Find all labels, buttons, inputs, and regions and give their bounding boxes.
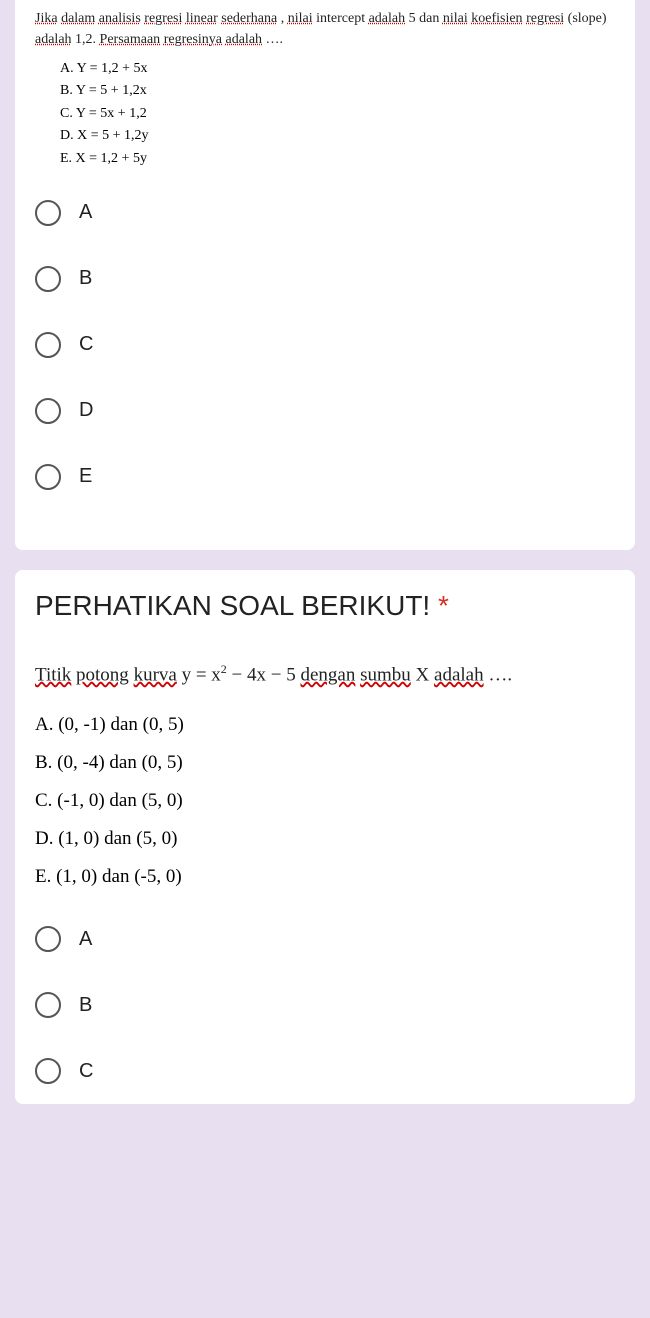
- q2-radio-option-a[interactable]: A: [35, 926, 615, 952]
- q2-text-part: dengan: [300, 664, 355, 685]
- question-card-2: PERHATIKAN SOAL BERIKUT! * Titik potong …: [15, 570, 635, 1104]
- q1-radio-option-e[interactable]: E: [35, 464, 615, 490]
- q2-text-part: − 4x − 5: [227, 664, 301, 685]
- question-1-prompt: Jika dalam analisis regresi linear seder…: [35, 8, 615, 50]
- q2-text-part: Titik: [35, 664, 71, 685]
- q2-radio-label-c: C: [79, 1060, 93, 1083]
- q1-text-part: Persamaan: [100, 32, 161, 47]
- q2-radio-label-a: A: [79, 928, 92, 951]
- radio-icon: [35, 398, 61, 424]
- q1-text-part: 5 dan: [409, 11, 443, 26]
- q1-text-part: nilai: [288, 11, 313, 26]
- q2-radio-group: A B C: [35, 926, 615, 1084]
- q2-option-a-text: A. (0, -1) dan (0, 5): [35, 706, 615, 744]
- radio-icon: [35, 926, 61, 952]
- q2-text-part: sumbu: [360, 664, 411, 685]
- q1-option-d-text: D. X = 5 + 1,2y: [60, 125, 615, 147]
- radio-icon: [35, 992, 61, 1018]
- required-star-icon: *: [438, 590, 449, 621]
- q1-radio-label-a: A: [79, 201, 92, 224]
- q1-text-part: adalah: [226, 32, 263, 47]
- q2-text-part: kurva: [134, 664, 177, 685]
- q1-text-part: nilai: [443, 11, 468, 26]
- question-2-prompt: Titik potong kurva y = x2 − 4x − 5 denga…: [35, 662, 615, 686]
- q1-text-part: sederhana: [221, 11, 277, 26]
- q1-text-part: regresi: [144, 11, 182, 26]
- q1-text-part: adalah: [35, 32, 72, 47]
- q1-text-part: regresinya: [164, 32, 222, 47]
- q2-option-e-text: E. (1, 0) dan (-5, 0): [35, 858, 615, 896]
- q1-option-c-text: C. Y = 5x + 1,2: [60, 103, 615, 125]
- q1-text-part: adalah: [369, 11, 406, 26]
- radio-icon: [35, 266, 61, 292]
- q1-option-e-text: E. X = 1,2 + 5y: [60, 148, 615, 170]
- q1-radio-option-a[interactable]: A: [35, 200, 615, 226]
- q1-radio-group: A B C D E: [35, 200, 615, 490]
- q2-text-part: potong: [76, 664, 129, 685]
- q1-text-part: 1,2.: [75, 32, 100, 47]
- q1-option-b-text: B. Y = 5 + 1,2x: [60, 80, 615, 102]
- q2-title: PERHATIKAN SOAL BERIKUT! *: [35, 590, 615, 622]
- q2-text-part: ….: [488, 664, 512, 685]
- radio-icon: [35, 1058, 61, 1084]
- q2-option-b-text: B. (0, -4) dan (0, 5): [35, 744, 615, 782]
- q1-text-part: dalam: [61, 11, 95, 26]
- q2-text-part: X: [416, 664, 434, 685]
- q1-radio-label-b: B: [79, 267, 92, 290]
- q1-option-a-text: A. Y = 1,2 + 5x: [60, 58, 615, 80]
- q1-text-part: linear: [186, 11, 218, 26]
- q1-text-part: intercept: [316, 11, 368, 26]
- q1-text-part: koefisien: [471, 11, 522, 26]
- q2-sub-options: A. (0, -1) dan (0, 5) B. (0, -4) dan (0,…: [35, 706, 615, 896]
- question-card-1: Jika dalam analisis regresi linear seder…: [15, 0, 635, 550]
- q1-radio-label-d: D: [79, 399, 93, 422]
- radio-icon: [35, 332, 61, 358]
- q2-text-part: adalah: [434, 664, 484, 685]
- q2-option-c-text: C. (-1, 0) dan (5, 0): [35, 782, 615, 820]
- q1-text-part: regresi: [526, 11, 564, 26]
- q1-radio-label-e: E: [79, 465, 92, 488]
- q2-radio-option-c[interactable]: C: [35, 1058, 615, 1084]
- q1-text-part: (slope): [568, 11, 607, 26]
- radio-icon: [35, 464, 61, 490]
- q1-sub-options: A. Y = 1,2 + 5x B. Y = 5 + 1,2x C. Y = 5…: [60, 58, 615, 170]
- q2-radio-label-b: B: [79, 994, 92, 1017]
- q1-radio-option-d[interactable]: D: [35, 398, 615, 424]
- q1-text-part: ,: [281, 11, 288, 26]
- q1-text-part: analisis: [99, 11, 141, 26]
- q2-radio-option-b[interactable]: B: [35, 992, 615, 1018]
- q2-text-part: y = x: [182, 664, 221, 685]
- q1-text-part: ….: [266, 32, 284, 47]
- q1-radio-label-c: C: [79, 333, 93, 356]
- radio-icon: [35, 200, 61, 226]
- q2-option-d-text: D. (1, 0) dan (5, 0): [35, 820, 615, 858]
- q2-title-text: PERHATIKAN SOAL BERIKUT!: [35, 590, 438, 621]
- q1-text-part: Jika: [35, 11, 58, 26]
- q1-radio-option-c[interactable]: C: [35, 332, 615, 358]
- q1-radio-option-b[interactable]: B: [35, 266, 615, 292]
